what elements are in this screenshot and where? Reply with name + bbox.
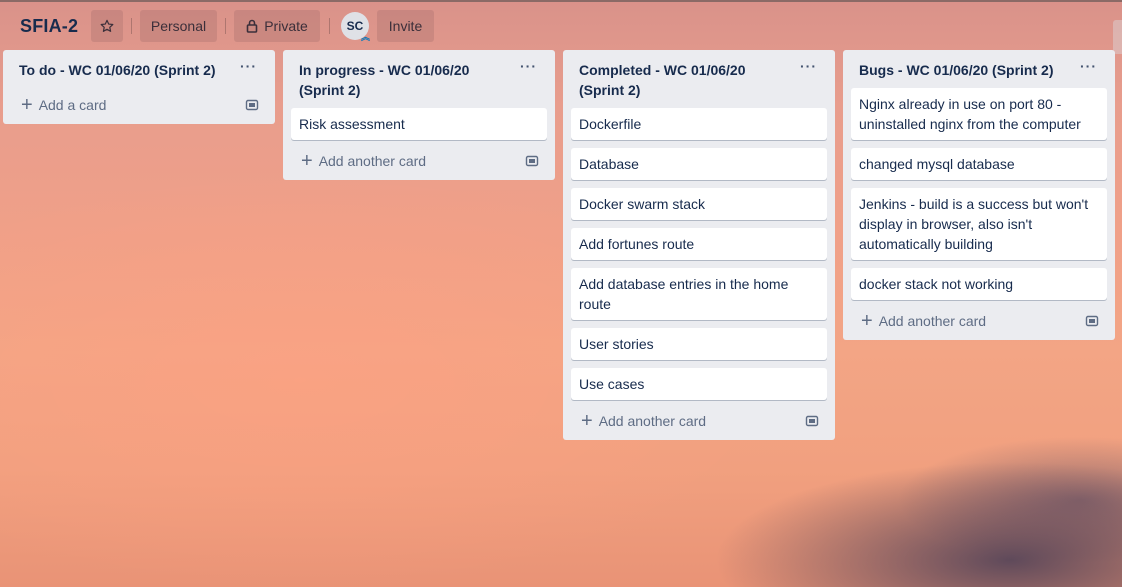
list-card[interactable]: docker stack not working	[851, 268, 1107, 300]
list-card[interactable]: Nginx already in use on port 80 - uninst…	[851, 88, 1107, 140]
list-bugs: Bugs - WC 01/06/20 (Sprint 2) ··· Nginx …	[843, 50, 1115, 340]
add-card-button[interactable]: + Add another card	[291, 142, 547, 180]
list-card[interactable]: Jenkins - build is a success but won't d…	[851, 188, 1107, 260]
add-card-button[interactable]: + Add a card	[11, 86, 267, 124]
plus-icon: +	[581, 410, 593, 432]
header-divider	[225, 18, 226, 34]
plus-icon: +	[21, 94, 33, 116]
privacy-button[interactable]: Private	[234, 10, 320, 42]
board-title[interactable]: SFIA-2	[20, 16, 78, 37]
list-todo: To do - WC 01/06/20 (Sprint 2) ··· + Add…	[3, 50, 275, 124]
add-card-button[interactable]: + Add another card	[571, 402, 827, 440]
private-label: Private	[264, 18, 308, 34]
add-card-label: Add another card	[598, 413, 707, 429]
list-header[interactable]: To do - WC 01/06/20 (Sprint 2) ···	[11, 50, 267, 88]
add-card-label: Add another card	[318, 153, 427, 169]
member-avatar[interactable]: SC ︽	[341, 12, 370, 42]
more-horizontal-icon[interactable]: ···	[800, 58, 817, 74]
add-card-label: Add a card	[38, 97, 107, 113]
list-title[interactable]: In progress - WC 01/06/20 (Sprint 2)	[299, 60, 507, 100]
board-menu-handle[interactable]	[1113, 20, 1122, 54]
list-card[interactable]: Dockerfile	[571, 108, 827, 140]
plus-icon: +	[301, 150, 313, 172]
star-icon	[100, 19, 114, 32]
team-visibility-button[interactable]: Personal	[140, 10, 217, 42]
list-title[interactable]: To do - WC 01/06/20 (Sprint 2)	[19, 60, 227, 80]
lock-icon	[246, 19, 258, 33]
list-card[interactable]: User stories	[571, 328, 827, 360]
list-card[interactable]: Add fortunes route	[571, 228, 827, 260]
card-template-icon[interactable]	[525, 154, 539, 168]
admin-chevron-icon: ︽	[360, 32, 370, 42]
card-template-icon[interactable]	[805, 414, 819, 428]
more-horizontal-icon[interactable]: ···	[520, 58, 537, 74]
list-card[interactable]: Database	[571, 148, 827, 180]
avatar-initials: SC	[346, 19, 364, 33]
list-card[interactable]: Docker swarm stack	[571, 188, 827, 220]
add-card-label: Add another card	[878, 313, 987, 329]
list-card[interactable]: Use cases	[571, 368, 827, 400]
list-header[interactable]: In progress - WC 01/06/20 (Sprint 2) ···	[291, 50, 547, 108]
star-board-button[interactable]	[91, 10, 123, 42]
more-horizontal-icon[interactable]: ···	[1080, 58, 1097, 74]
list-title[interactable]: Bugs - WC 01/06/20 (Sprint 2)	[859, 60, 1067, 80]
board-header: SFIA-2 Personal Private SC ︽ Invite	[0, 10, 1122, 54]
list-header[interactable]: Completed - WC 01/06/20 (Sprint 2) ···	[571, 50, 827, 108]
list-card[interactable]: Add database entries in the home route	[571, 268, 827, 320]
invite-button[interactable]: Invite	[377, 10, 434, 42]
add-card-button[interactable]: + Add another card	[851, 302, 1107, 340]
plus-icon: +	[861, 310, 873, 332]
header-divider	[329, 18, 330, 34]
card-template-icon[interactable]	[1085, 314, 1099, 328]
list-card[interactable]: changed mysql database	[851, 148, 1107, 180]
window-top-edge	[0, 0, 1122, 2]
list-card[interactable]: Risk assessment	[291, 108, 547, 140]
list-title[interactable]: Completed - WC 01/06/20 (Sprint 2)	[579, 60, 787, 100]
personal-label: Personal	[150, 18, 207, 34]
list-header[interactable]: Bugs - WC 01/06/20 (Sprint 2) ···	[851, 50, 1107, 88]
list-in-progress: In progress - WC 01/06/20 (Sprint 2) ···…	[283, 50, 555, 180]
header-divider	[131, 18, 132, 34]
more-horizontal-icon[interactable]: ···	[240, 58, 257, 74]
invite-label: Invite	[388, 18, 423, 34]
card-template-icon[interactable]	[245, 98, 259, 112]
list-completed: Completed - WC 01/06/20 (Sprint 2) ··· D…	[563, 50, 835, 440]
